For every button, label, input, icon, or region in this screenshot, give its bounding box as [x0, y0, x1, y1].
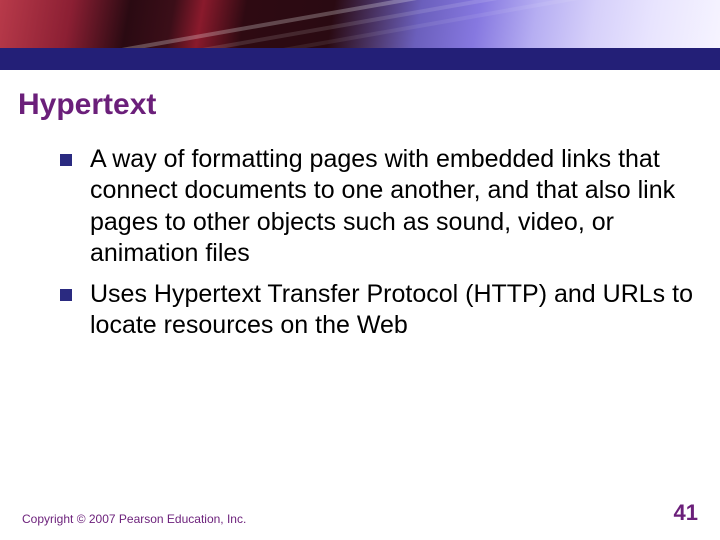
- bullet-item: A way of formatting pages with embedded …: [60, 144, 696, 269]
- header-banner: [0, 0, 720, 70]
- page-number: 41: [674, 500, 698, 526]
- bullet-text: A way of formatting pages with embedded …: [90, 144, 696, 269]
- bullet-text: Uses Hypertext Transfer Protocol (HTTP) …: [90, 279, 696, 342]
- content-area: A way of formatting pages with embedded …: [0, 126, 720, 342]
- banner-stripe: [0, 48, 720, 70]
- banner-photo: [0, 0, 720, 48]
- slide-title: Hypertext: [18, 88, 702, 122]
- bullet-square-icon: [60, 154, 72, 166]
- footer: Copyright © 2007 Pearson Education, Inc.…: [0, 500, 720, 526]
- copyright-text: Copyright © 2007 Pearson Education, Inc.: [22, 512, 246, 526]
- bullet-item: Uses Hypertext Transfer Protocol (HTTP) …: [60, 279, 696, 342]
- title-area: Hypertext: [0, 70, 720, 126]
- bullet-square-icon: [60, 289, 72, 301]
